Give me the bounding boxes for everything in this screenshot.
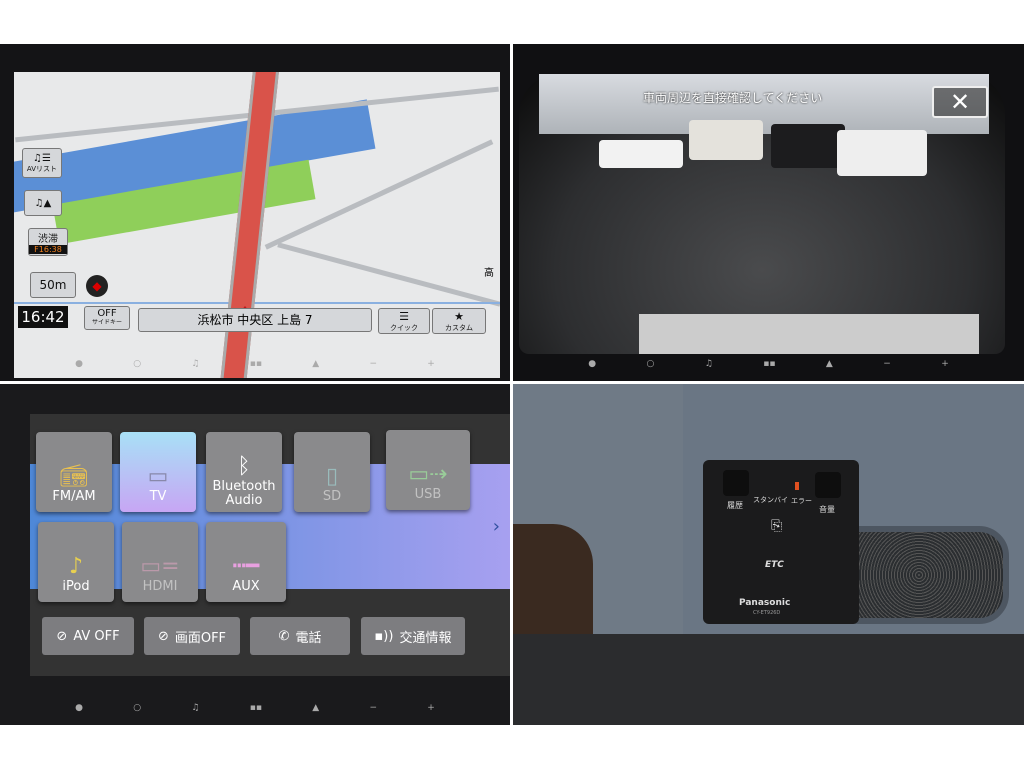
hw-button[interactable]: + (941, 359, 949, 369)
music-arrow-icon: ♫▲ (34, 197, 52, 209)
hardware-buttons: ● ○ ♫ ▪▪ ▲ − + (0, 359, 510, 369)
close-camera-button[interactable]: ✕ (932, 86, 988, 118)
music-list-icon: ♫☰ (33, 152, 51, 164)
hw-button[interactable]: ○ (133, 359, 141, 369)
hardware-buttons: ● ○ ♫ ▪▪ ▲ − + (513, 359, 1024, 369)
traffic-jam-button[interactable]: 渋滞 F16:38 (28, 228, 68, 256)
bumper (639, 314, 979, 354)
history-label: 履歴 (727, 501, 743, 510)
parked-car (599, 140, 683, 168)
source-hdmi[interactable]: ▭= HDMI (122, 522, 198, 602)
av-off-icon: ⊘ (56, 628, 68, 644)
hw-button[interactable]: ♫ (191, 359, 199, 369)
street (14, 302, 500, 304)
radio-icon: 📻︎ (60, 464, 88, 489)
parked-car (837, 130, 927, 176)
hw-button[interactable]: ▪▪ (250, 359, 262, 369)
quick-menu-button[interactable]: ☰ クイック (378, 308, 430, 334)
star-icon: ★ (454, 309, 464, 323)
compass-icon[interactable]: ◆ (86, 275, 108, 297)
map-label: 高 (484, 268, 494, 279)
camera-warning: 車両周辺を直接確認してください (643, 91, 823, 105)
av-list-button[interactable]: ♫☰ AVリスト (22, 148, 62, 178)
hw-button[interactable]: ♫ (191, 703, 199, 713)
error-led (795, 482, 799, 490)
screen-off-button[interactable]: ⊘ 画面OFF (144, 617, 240, 655)
tv-icon: ▭ (147, 464, 169, 489)
music-note-icon: ♪ (68, 554, 84, 579)
history-button[interactable] (723, 470, 749, 496)
source-tv[interactable]: ▭ TV (120, 432, 196, 512)
hw-button[interactable]: ▲ (312, 703, 319, 713)
source-bluetooth-audio[interactable]: ᛒ Bluetooth Audio (206, 432, 282, 512)
hw-button[interactable]: ○ (133, 703, 141, 713)
etc-card-reader: 履歴 スタンバイ エラー 音量 ⎘ ETC Panasonic CY-ET926… (703, 460, 859, 624)
traffic-info-icon: ▪)) (374, 628, 394, 644)
brand-logo: Panasonic (739, 598, 791, 608)
sd-card-icon: ▯ (325, 464, 339, 489)
map-scale-button[interactable]: 50m (30, 272, 76, 298)
model-number: CY-ET926D (753, 610, 781, 616)
hw-button[interactable]: ● (75, 703, 83, 713)
current-address: 浜松市 中央区 上島 7 (138, 308, 372, 332)
hw-button[interactable]: + (427, 359, 435, 369)
hw-button[interactable]: − (883, 359, 891, 369)
source-aux[interactable]: ┅━ AUX (206, 522, 286, 602)
phone-button[interactable]: ✆ 電話 (250, 617, 350, 655)
screen-off-icon: ⊘ (157, 628, 169, 644)
hw-button[interactable]: ▲ (826, 359, 833, 369)
hw-button[interactable]: ▪▪ (250, 703, 262, 713)
navigation-map-photo: ♫☰ AVリスト ♫▲ 渋滞 F16:38 50m ◆ 高 16:42 OFF … (0, 44, 510, 381)
aux-cable-icon: ┅━ (232, 554, 260, 579)
next-page-chevron-icon[interactable]: › (493, 516, 500, 537)
street (277, 242, 500, 307)
hw-button[interactable]: ♫ (705, 359, 713, 369)
hw-button[interactable]: − (369, 703, 377, 713)
audio-nav-toggle-button[interactable]: ♫▲ (24, 190, 62, 216)
hw-button[interactable]: ● (588, 359, 596, 369)
clock: 16:42 (18, 306, 68, 328)
parked-car (771, 124, 845, 168)
hw-button[interactable]: ○ (646, 359, 654, 369)
source-ipod[interactable]: ♪ iPod (38, 522, 114, 602)
source-sd[interactable]: ▯ SD (294, 432, 370, 512)
volume-label: 音量 (819, 505, 835, 514)
volume-button[interactable] (815, 472, 841, 498)
rear-camera-photo: 車両周辺を直接確認してください ✕ ● ○ ♫ ▪▪ ▲ − + (513, 44, 1024, 381)
hw-button[interactable]: ● (75, 359, 83, 369)
standby-label: スタンバイ (753, 496, 788, 504)
floor-area (513, 634, 1024, 725)
wood-trim (513, 524, 593, 634)
source-fm-am[interactable]: 📻︎ FM/AM (36, 432, 112, 512)
hardware-buttons: ● ○ ♫ ▪▪ ▲ − + (0, 703, 510, 713)
side-key-button[interactable]: OFF サイドキー (84, 306, 130, 330)
etc-logo: ETC (765, 560, 784, 570)
parked-car (689, 120, 763, 160)
etc-unit-photo: 履歴 スタンバイ エラー 音量 ⎘ ETC Panasonic CY-ET926… (513, 384, 1024, 725)
hw-button[interactable]: ▲ (312, 359, 319, 369)
hw-button[interactable]: ▪▪ (763, 359, 775, 369)
bluetooth-icon: ᛒ (237, 454, 251, 479)
traffic-info-button[interactable]: ▪)) 交通情報 (361, 617, 465, 655)
phone-icon: ✆ (278, 628, 290, 644)
av-off-button[interactable]: ⊘ AV OFF (42, 617, 134, 655)
custom-menu-button[interactable]: ★ カスタム (432, 308, 486, 334)
menu-icon: ☰ (399, 309, 409, 323)
hdmi-icon: ▭= (140, 554, 180, 579)
av-source-screen: 📻︎ FM/AM ▭ TV ᛒ Bluetooth Audio ▯ SD ▭⇢ USB ♪… (30, 414, 510, 676)
hw-button[interactable]: + (427, 703, 435, 713)
usb-icon: ▭⇢ (408, 462, 448, 487)
hw-button[interactable]: − (369, 359, 377, 369)
card-insert-icon: ⎘ (771, 518, 783, 534)
source-usb[interactable]: ▭⇢ USB (386, 430, 470, 510)
av-source-photo: 📻︎ FM/AM ▭ TV ᛒ Bluetooth Audio ▯ SD ▭⇢ USB ♪… (0, 384, 510, 725)
error-label: エラー (791, 497, 812, 505)
close-icon: ✕ (949, 88, 971, 116)
